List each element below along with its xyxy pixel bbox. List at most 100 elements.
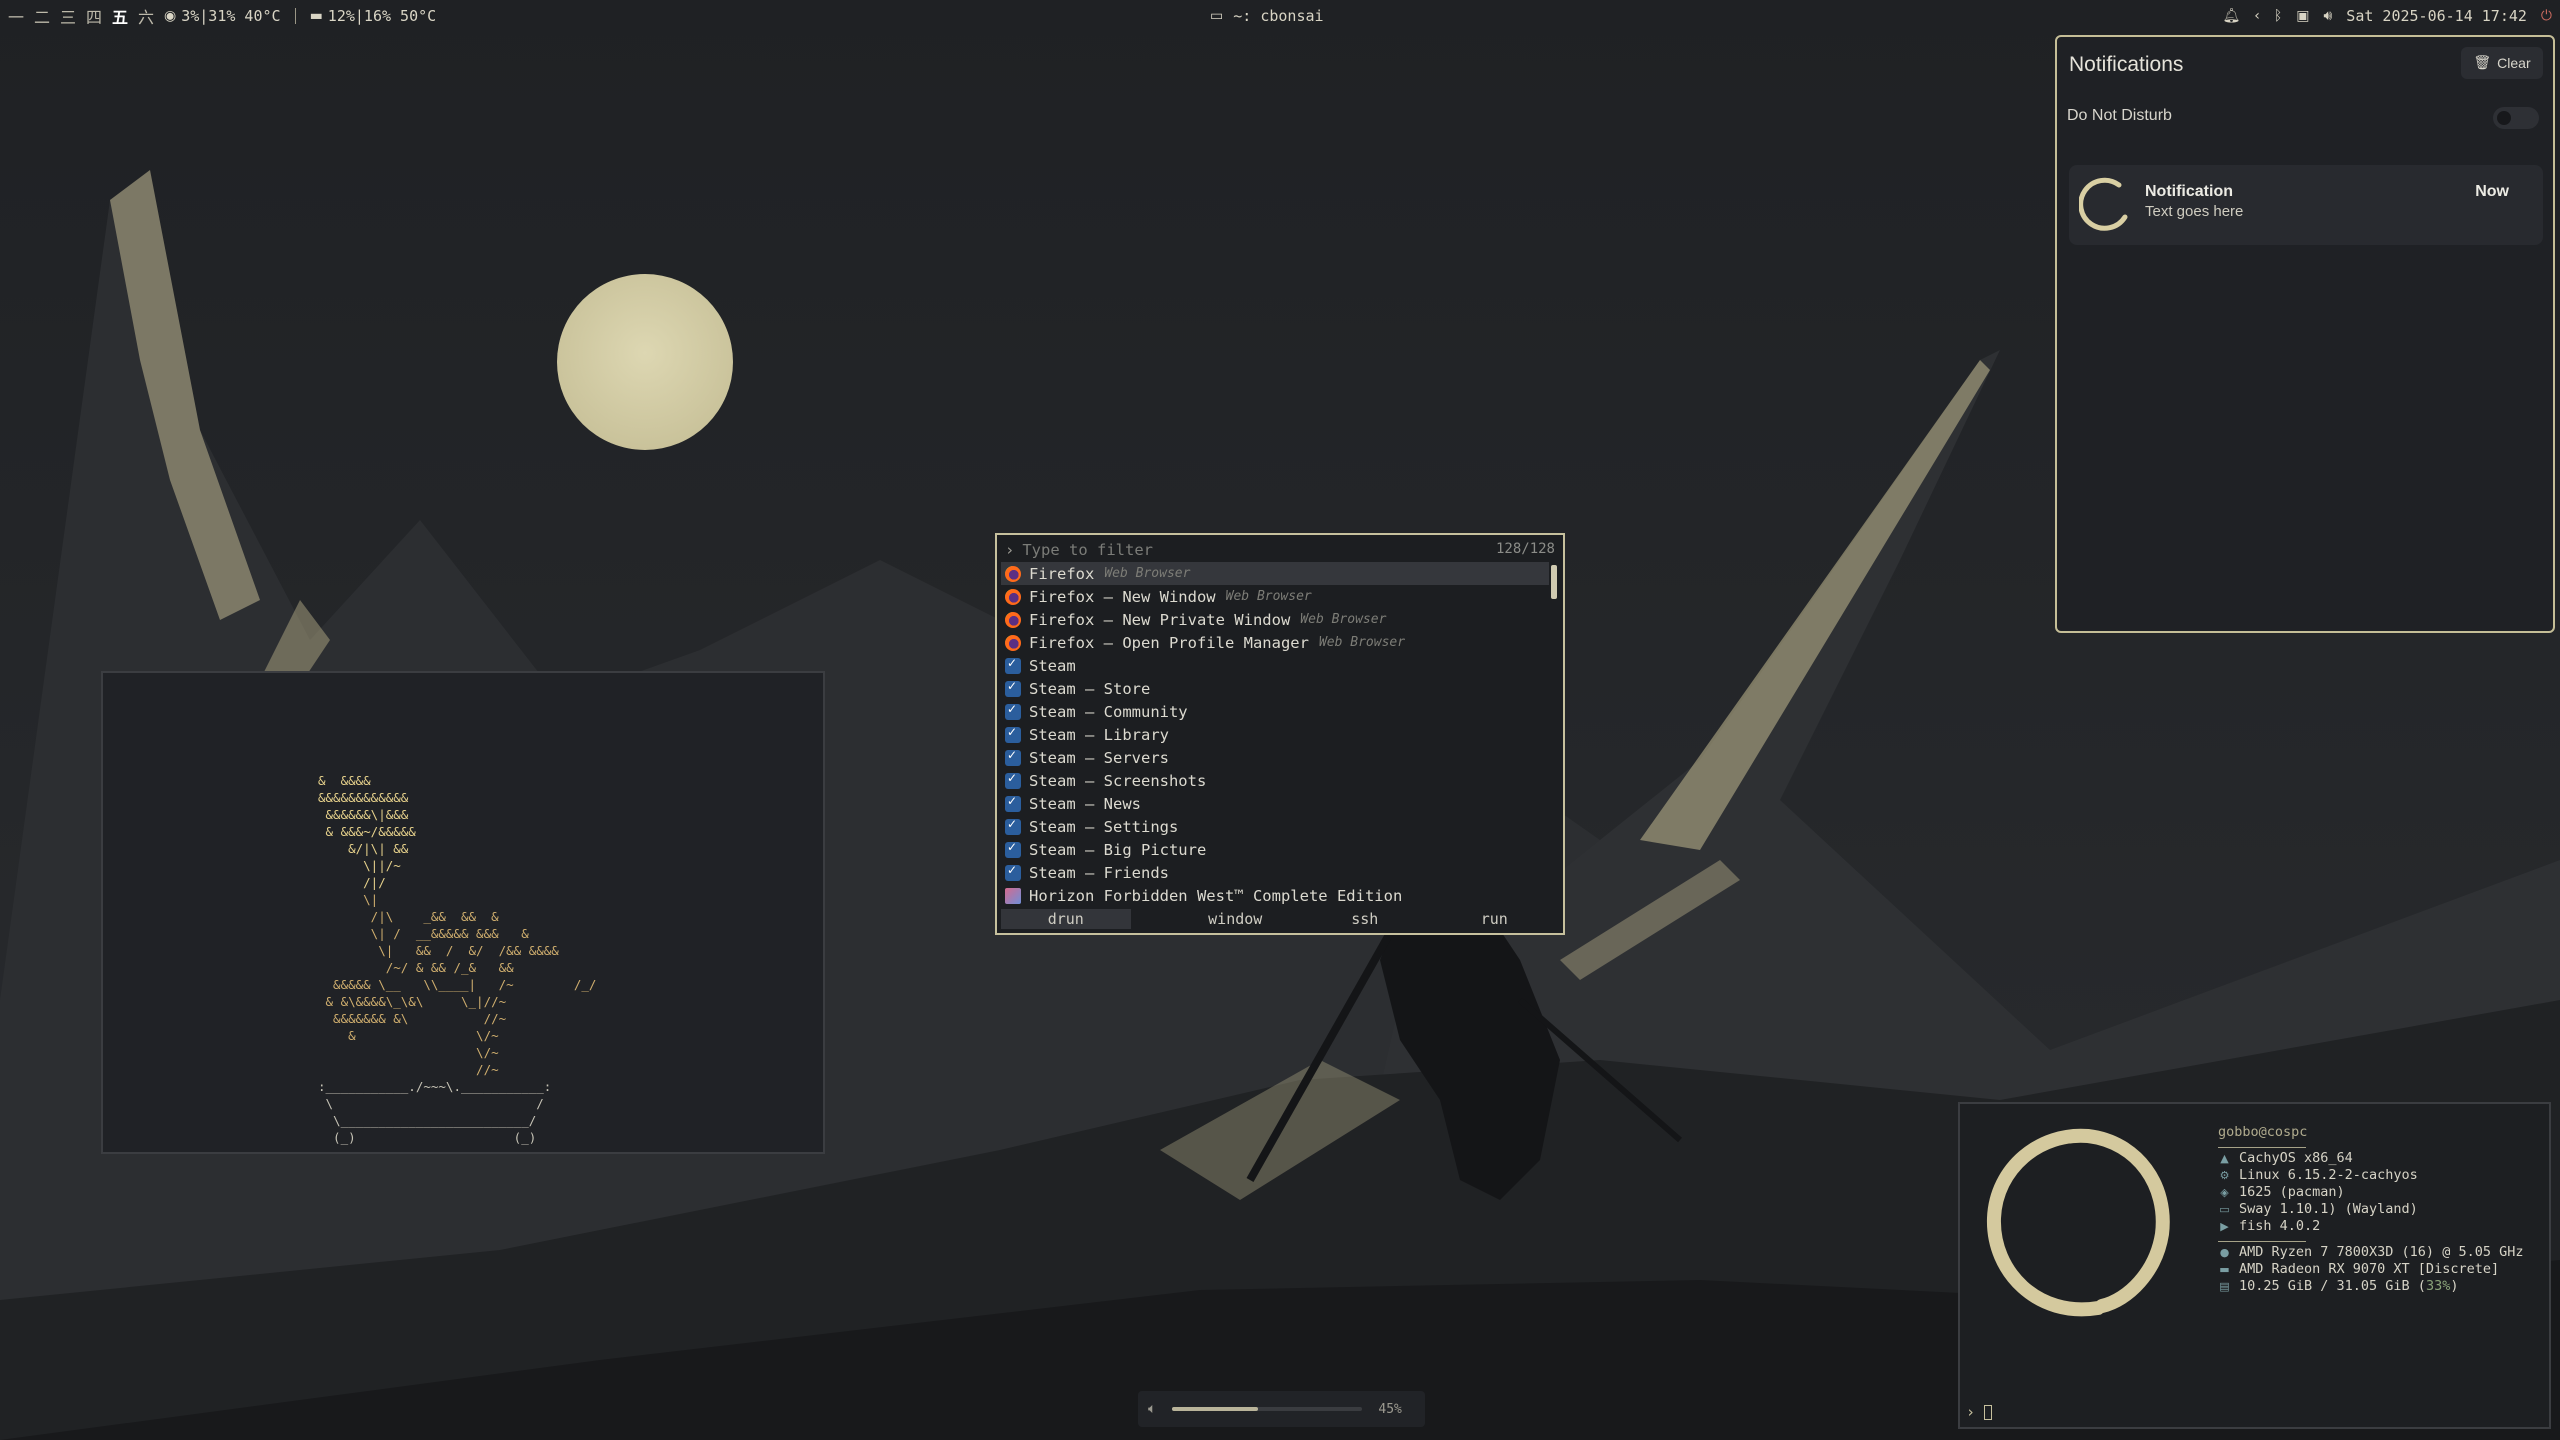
bonsai-art-line: //~ — [318, 1062, 499, 1077]
launcher-item[interactable]: Steam – News — [1001, 792, 1549, 815]
launcher-item-description: Web Browser — [1104, 566, 1191, 581]
launcher-item-name: Steam – Library — [1029, 725, 1169, 744]
enso-logo — [1986, 1128, 2170, 1317]
workspace-3[interactable]: 三 — [60, 4, 76, 28]
info-row: ▬ AMD Radeon RX 9070 XT [Discrete] — [2218, 1261, 2523, 1278]
volume-percent: 45% — [1378, 1401, 1402, 1417]
launcher-item[interactable]: Steam – Friends — [1001, 861, 1549, 884]
app-launcher[interactable]: › Type to filter 128/128 Firefox Web Brow… — [995, 533, 1565, 935]
bonsai-art-line: \ / — [318, 1096, 544, 1111]
bluetooth-icon[interactable]: ᛒ — [2274, 9, 2282, 23]
volume-slider[interactable] — [1172, 1407, 1363, 1411]
speaker-icon[interactable]: 🔊︎ — [2323, 9, 2332, 23]
launcher-item[interactable]: Firefox – New Window Web Browser — [1001, 585, 1549, 608]
launcher-item[interactable]: Firefox – Open Profile Manager Web Browse… — [1001, 631, 1549, 654]
workspace-1[interactable]: 一 — [8, 4, 24, 28]
notification-app-icon — [2079, 177, 2128, 231]
launcher-item[interactable]: Horizon Forbidden West™ Complete Edition — [1001, 884, 1549, 907]
cpu-icon: ● — [2219, 1246, 2230, 1259]
mode-run[interactable]: run — [1430, 909, 1560, 929]
launcher-item[interactable]: Steam – Community — [1001, 700, 1549, 723]
result-count: 128/128 — [1495, 541, 1555, 557]
do-not-disturb-toggle[interactable] — [2493, 107, 2539, 129]
info-text: AMD Ryzen 7 7800X3D (16) @ 5.05 GHz — [2239, 1244, 2524, 1260]
active-window-title: ▭ ~: cbonsai — [1210, 0, 1324, 32]
workspace-6[interactable]: 六 — [138, 4, 154, 28]
mode-window[interactable]: window — [1171, 909, 1301, 929]
top-bar: 一二三四五六 ◉ 3%|31% 40°C ▬ 12%|16% 50°C ▭ ~:… — [0, 0, 2560, 32]
bonsai-art-line: & \/~ — [318, 1028, 499, 1043]
bonsai-terminal-window[interactable]: & &&&& &&&&&&&&&&&& &&&&&&\|&&& & &&&~/&&… — [101, 671, 825, 1154]
bonsai-art-line: \| / __&&&&& &&& & — [318, 926, 529, 941]
launcher-item[interactable]: Steam – Big Picture — [1001, 838, 1549, 861]
gpu-icon: ▬ — [309, 8, 323, 24]
launcher-item[interactable]: Firefox Web Browser — [1001, 562, 1549, 585]
clear-notifications-button[interactable]: 🗑︎ Clear — [2461, 47, 2543, 79]
steam-icon — [1005, 771, 1021, 789]
workspace-4[interactable]: 四 — [86, 4, 102, 28]
shell-icon: ▶ — [2220, 1220, 2229, 1233]
cpu-text: 3%|31% 40°C — [181, 7, 281, 25]
speaker-icon: 🔈︎ — [1148, 1401, 1157, 1417]
launcher-item-name: Steam – Screenshots — [1029, 771, 1207, 790]
launcher-filter[interactable]: › Type to filter — [1005, 541, 1153, 559]
bell-icon[interactable]: 🔔︎ — [2222, 9, 2240, 23]
top-bar-left: 一二三四五六 ◉ 3%|31% 40°C ▬ 12%|16% 50°C — [8, 0, 436, 32]
memory-text: 10.25 GiB / 31.05 GiB (33%) — [2239, 1278, 2459, 1294]
steam-icon — [1005, 679, 1021, 697]
gpu-status: ▬ 12%|16% 50°C — [310, 7, 437, 25]
notification-card[interactable]: Notification Text goes here Now — [2069, 165, 2543, 245]
do-not-disturb-label: Do Not Disturb — [2067, 107, 2172, 124]
cpu-status: ◉ 3%|31% 40°C — [164, 7, 281, 25]
bonsai-ascii-art: & &&&& &&&&&&&&&&&& &&&&&&\|&&& & &&&~/&&… — [318, 773, 596, 1145]
user-host: gobbo@cospc — [2218, 1124, 2308, 1140]
workspace-5[interactable]: 五 — [112, 4, 128, 28]
launcher-item[interactable]: Steam – Library — [1001, 723, 1549, 746]
fastfetch-terminal-window[interactable]: gobbo@cospc ▲ CachyOS x86_64 ⚙ Linux 6.15.2… — [1958, 1102, 2551, 1429]
launcher-item[interactable]: Firefox – New Private Window Web Browser — [1001, 608, 1549, 631]
steam-icon — [1005, 794, 1021, 812]
launcher-results: Firefox Web Browser Firefox – New Window We… — [1001, 562, 1549, 907]
clock[interactable]: Sat 2025-06-14 17:42 — [2346, 7, 2527, 25]
bonsai-art-line: &&&&&&&&&&&& — [318, 790, 409, 805]
launcher-item-name: Firefox — [1029, 564, 1095, 583]
bonsai-art-line: (_) (_) — [318, 1130, 536, 1145]
info-row: ▲ CachyOS x86_64 — [2218, 1150, 2523, 1167]
info-row: ◈ 1625 (pacman) — [2218, 1184, 2523, 1201]
display-icon[interactable]: ▣ — [2296, 9, 2309, 23]
launcher-scrollbar[interactable] — [1551, 565, 1557, 599]
volume-osd: 🔈︎ 45% — [1138, 1391, 1425, 1427]
shell-prompt[interactable]: › — [1966, 1403, 1993, 1421]
workspace-list: 一二三四五六 — [8, 4, 154, 28]
bonsai-art-line: /~/ & && /_& && — [318, 960, 514, 975]
launcher-item[interactable]: Steam – Servers — [1001, 746, 1549, 769]
divider — [294, 8, 296, 24]
bonsai-art-line: \||/~ — [318, 858, 401, 873]
chevron-left-icon[interactable]: ‹ — [2254, 9, 2260, 23]
launcher-mode-switcher: drun window ssh run — [1001, 909, 1559, 929]
launcher-item[interactable]: Steam – Store — [1001, 677, 1549, 700]
os-info: ▲ CachyOS x86_64 ⚙ Linux 6.15.2-2-cachyos ◈ 1… — [2218, 1150, 2523, 1235]
mode-drun[interactable]: drun — [1001, 909, 1131, 929]
bonsai-art-line: &&&&&&& &\ //~ — [318, 1011, 506, 1026]
bonsai-art-line: \_________________________/ — [318, 1113, 536, 1128]
launcher-item[interactable]: Steam – Settings — [1001, 815, 1549, 838]
bonsai-art-line: \| — [318, 892, 378, 907]
notification-body: Text goes here — [2145, 203, 2244, 220]
terminal-icon: ▭ — [1210, 8, 1224, 24]
gpu-text: 12%|16% 50°C — [327, 7, 437, 25]
bonsai-art-line: & &&&~/&&&&& — [318, 824, 416, 839]
launcher-item[interactable]: Steam — [1001, 654, 1549, 677]
launcher-item-name: Steam – Store — [1029, 679, 1151, 698]
steam-icon — [1005, 840, 1021, 858]
trash-icon: 🗑︎ — [2473, 55, 2492, 71]
launcher-item-name: Steam – Servers — [1029, 748, 1169, 767]
divider — [2218, 1147, 2306, 1148]
filter-input[interactable]: Type to filter — [1022, 541, 1153, 559]
prompt-chevron-icon: › — [1005, 541, 1015, 559]
mode-ssh[interactable]: ssh — [1300, 909, 1430, 929]
launcher-item[interactable]: Steam – Screenshots — [1001, 769, 1549, 792]
power-icon[interactable]: ⏻ — [2541, 9, 2552, 23]
firefox-icon — [1005, 634, 1021, 651]
workspace-2[interactable]: 二 — [34, 4, 50, 28]
